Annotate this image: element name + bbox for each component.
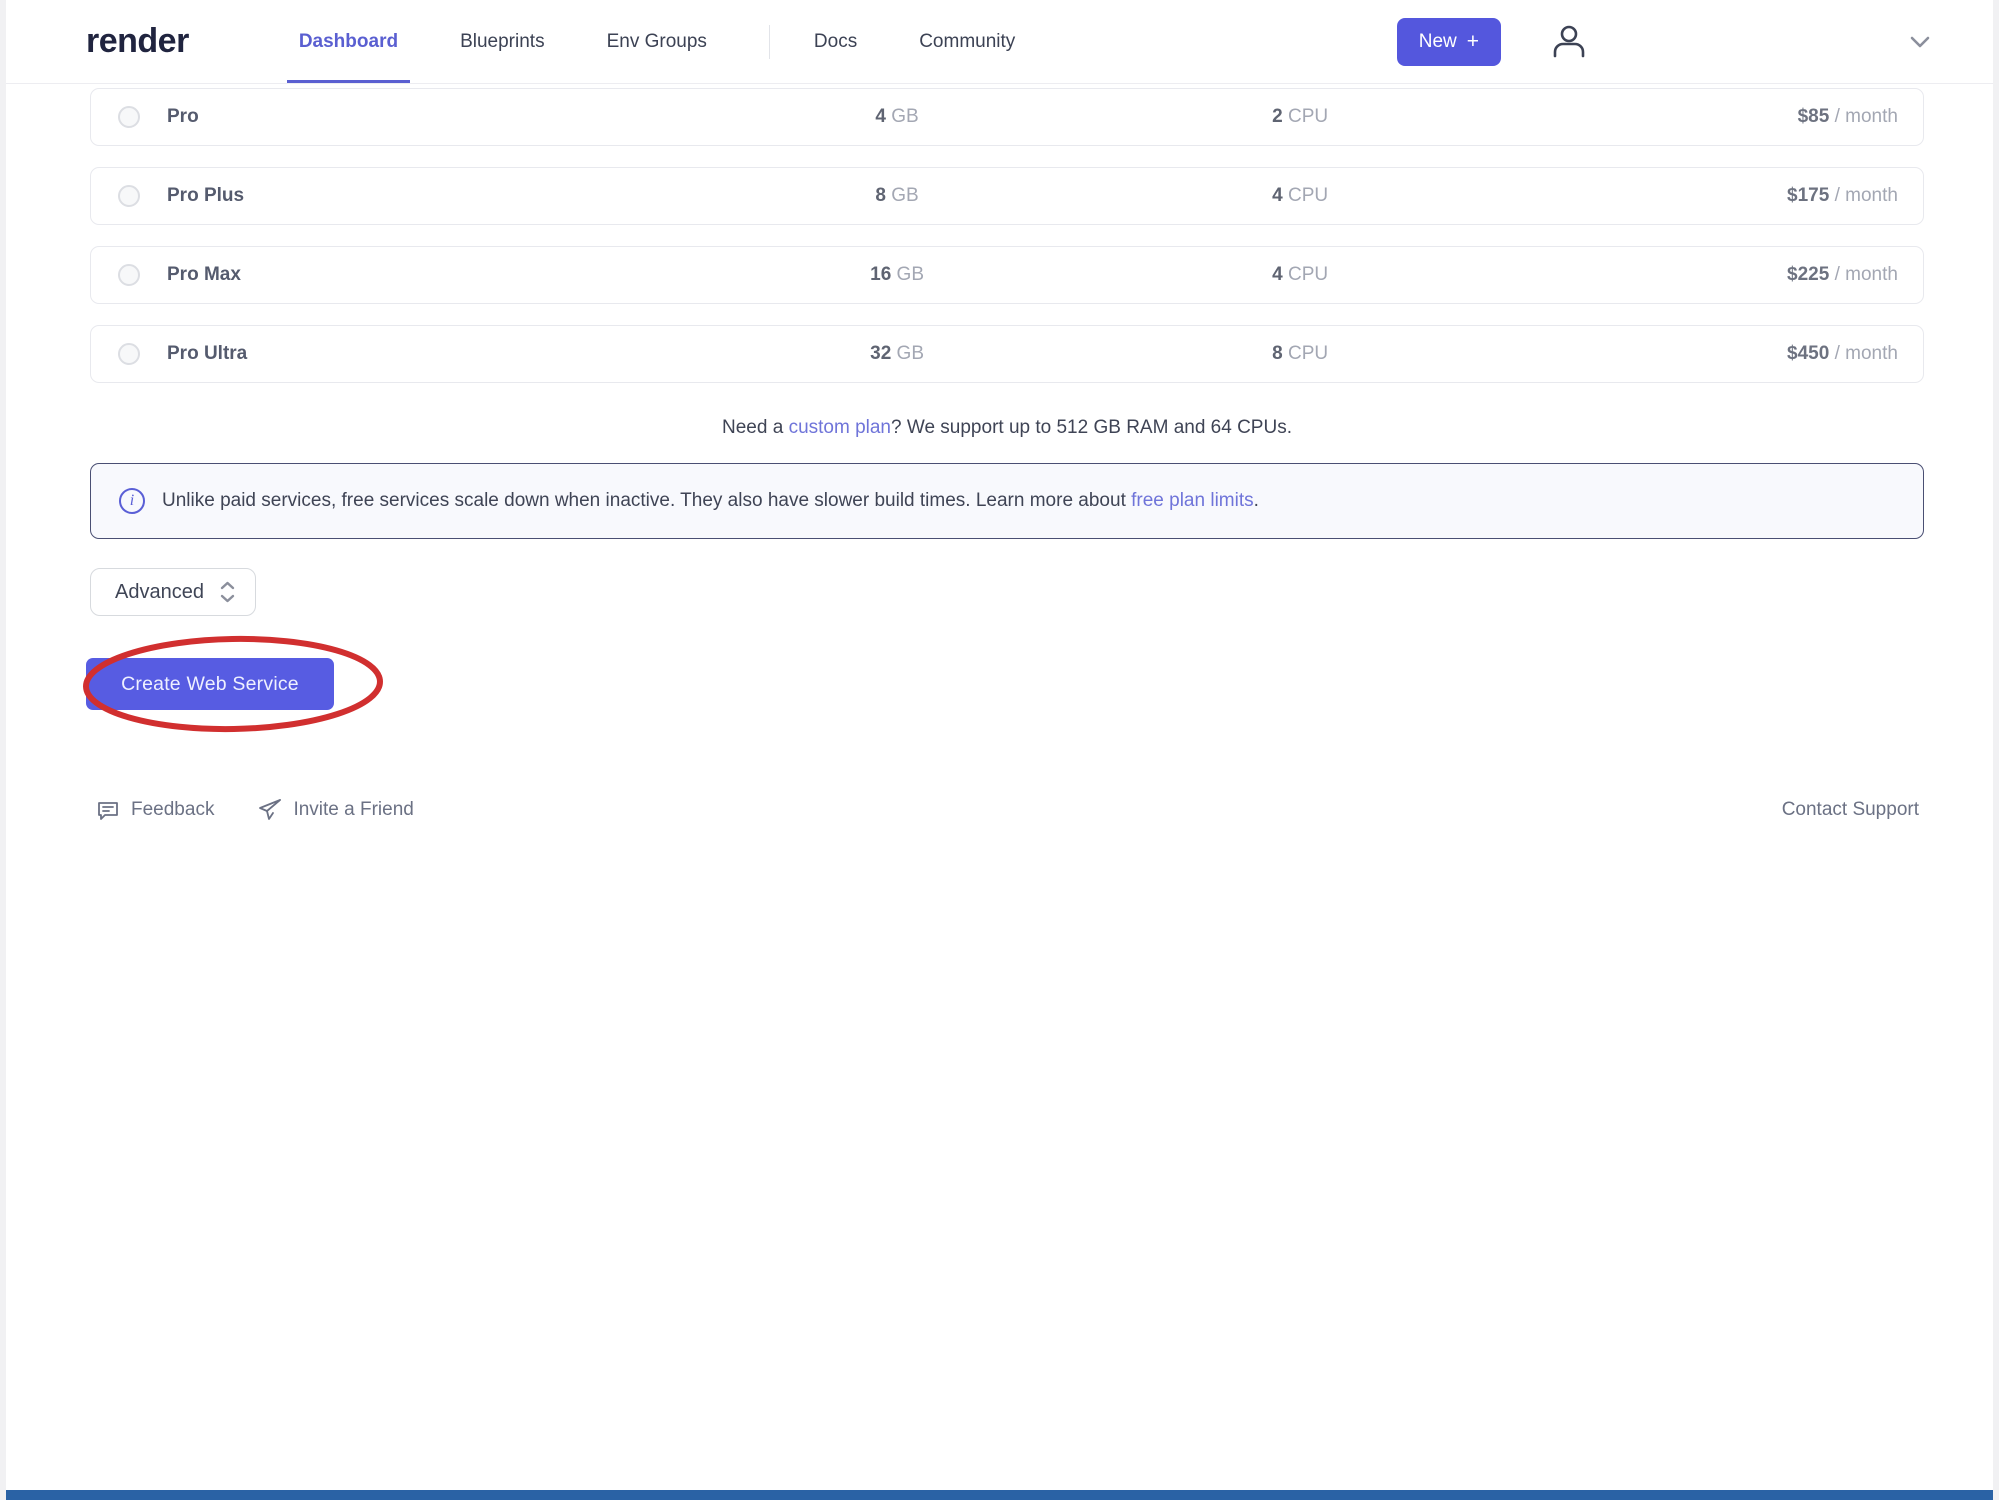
- plan-row-pro[interactable]: Pro 4 GB 2 CPU $85 / month: [90, 88, 1924, 146]
- nav-community[interactable]: Community: [919, 0, 1015, 83]
- plan-name: Pro Plus: [167, 185, 244, 207]
- plan-name: Pro Ultra: [167, 343, 247, 365]
- main-content: Pro 4 GB 2 CPU $85 / month Pro Plus 8 GB…: [6, 84, 1993, 822]
- nav-blueprints[interactable]: Blueprints: [460, 0, 545, 83]
- plan-ram: 8 GB: [751, 185, 1044, 207]
- info-icon: i: [119, 488, 145, 514]
- new-button-label: New: [1419, 31, 1457, 53]
- plan-name: Pro: [167, 106, 199, 128]
- invite-friend-label: Invite a Friend: [293, 799, 413, 821]
- radio-button[interactable]: [118, 343, 140, 365]
- plan-row-pro-max[interactable]: Pro Max 16 GB 4 CPU $225 / month: [90, 246, 1924, 304]
- plan-ram: 16 GB: [751, 264, 1044, 286]
- plan-ram: 4 GB: [751, 106, 1044, 128]
- plan-price: $85 / month: [1557, 106, 1923, 128]
- plan-cpu: 2 CPU: [1044, 106, 1557, 128]
- custom-plan-link[interactable]: custom plan: [789, 417, 891, 438]
- plan-price: $175 / month: [1557, 185, 1923, 207]
- invite-friend-link[interactable]: Invite a Friend: [258, 798, 413, 822]
- radio-button[interactable]: [118, 185, 140, 207]
- render-logo[interactable]: render: [86, 22, 189, 61]
- plan-name: Pro Max: [167, 264, 241, 286]
- page-footer: Feedback Invite a Friend Contact Support: [90, 798, 1924, 822]
- nav-dashboard[interactable]: Dashboard: [299, 0, 398, 83]
- plan-row-pro-ultra[interactable]: Pro Ultra 32 GB 8 CPU $450 / month: [90, 325, 1924, 383]
- advanced-toggle[interactable]: Advanced: [90, 568, 256, 616]
- nav-right-group: New +: [1397, 18, 1931, 66]
- primary-nav: Dashboard Blueprints Env Groups Docs Com…: [299, 0, 1077, 83]
- banner-text: Unlike paid services, free services scal…: [162, 490, 1259, 512]
- plan-cpu: 8 CPU: [1044, 343, 1557, 365]
- free-plan-limits-link[interactable]: free plan limits: [1131, 490, 1254, 511]
- plan-name-cell: Pro Ultra: [91, 343, 751, 365]
- create-button-area: Create Web Service: [90, 638, 510, 734]
- custom-plan-note: Need a custom plan? We support up to 512…: [90, 417, 1924, 439]
- feedback-chat-icon: [96, 798, 120, 822]
- plan-price: $225 / month: [1557, 264, 1923, 286]
- chevron-down-icon[interactable]: [1909, 35, 1931, 49]
- plan-name-cell: Pro Plus: [91, 185, 751, 207]
- plan-price: $450 / month: [1557, 343, 1923, 365]
- plan-cpu: 4 CPU: [1044, 185, 1557, 207]
- new-button[interactable]: New +: [1397, 18, 1501, 66]
- plan-name-cell: Pro: [91, 106, 751, 128]
- user-account-icon[interactable]: [1549, 22, 1589, 62]
- top-navigation: render Dashboard Blueprints Env Groups D…: [6, 0, 1993, 84]
- feedback-label: Feedback: [131, 799, 214, 821]
- plan-cpu: 4 CPU: [1044, 264, 1557, 286]
- feedback-link[interactable]: Feedback: [96, 798, 214, 822]
- nav-divider: [769, 25, 770, 59]
- plan-ram: 32 GB: [751, 343, 1044, 365]
- contact-support-link[interactable]: Contact Support: [1782, 799, 1924, 821]
- paper-plane-icon: [258, 798, 282, 822]
- bottom-bar: [6, 1490, 1993, 1500]
- radio-button[interactable]: [118, 264, 140, 286]
- plan-row-pro-plus[interactable]: Pro Plus 8 GB 4 CPU $175 / month: [90, 167, 1924, 225]
- advanced-label: Advanced: [115, 581, 204, 604]
- nav-docs[interactable]: Docs: [814, 0, 857, 83]
- radio-button[interactable]: [118, 106, 140, 128]
- free-plan-info-banner: i Unlike paid services, free services sc…: [90, 463, 1924, 539]
- chevron-up-down-icon: [220, 581, 235, 603]
- nav-env-groups[interactable]: Env Groups: [607, 0, 707, 83]
- create-web-service-button[interactable]: Create Web Service: [86, 658, 334, 710]
- plan-name-cell: Pro Max: [91, 264, 751, 286]
- plus-icon: +: [1467, 30, 1479, 54]
- plan-table: Pro 4 GB 2 CPU $85 / month Pro Plus 8 GB…: [90, 84, 1924, 383]
